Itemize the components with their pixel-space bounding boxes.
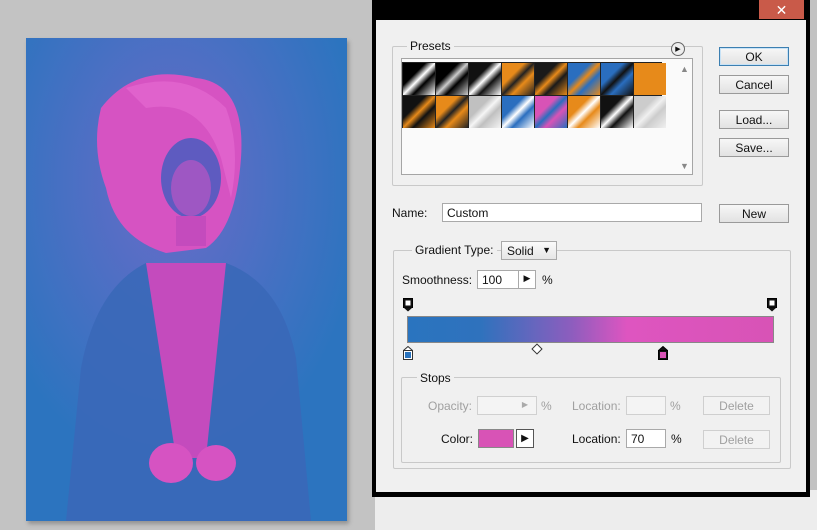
preset-swatch[interactable] [436,96,468,128]
triangle-right-icon: ▶ [521,400,528,409]
preset-swatch[interactable] [601,96,633,128]
preset-swatch[interactable] [502,96,534,128]
stop-color-swatch[interactable] [478,429,514,448]
close-button[interactable]: ✕ [759,0,804,19]
smoothness-unit: % [542,273,553,287]
flyout-menu-icon[interactable]: ▶ [671,42,685,56]
ok-button[interactable]: OK [719,47,789,66]
preset-swatch[interactable] [403,96,435,128]
color-location-unit: % [671,432,682,446]
smoothness-stepper[interactable]: ▶ [518,270,536,289]
color-location-label: Location: [572,432,621,446]
name-label: Name: [392,206,428,220]
preset-swatch[interactable] [634,63,666,95]
gradient-preview-bar[interactable] [407,316,774,343]
photo-image [26,38,347,521]
preset-swatch[interactable] [535,63,567,95]
preset-swatch[interactable] [436,63,468,95]
preset-swatch[interactable] [469,63,501,95]
opacity-location-label: Location: [572,399,621,413]
close-icon: ✕ [775,1,788,18]
preset-swatch[interactable] [601,63,633,95]
opacity-input: ▶ [477,396,537,415]
preset-swatch[interactable] [634,96,666,128]
opacity-label: Opacity: [428,399,473,413]
triangle-right-icon: ▶ [523,273,531,283]
new-button[interactable]: New [719,204,789,223]
photo-illustration [26,38,347,521]
color-stop-right[interactable] [657,345,669,360]
preset-swatch[interactable] [568,96,600,128]
color-location-input[interactable]: 70 [626,429,666,448]
color-stop-left[interactable] [402,345,414,360]
gradient-type-label: Gradient Type: [412,243,497,257]
color-label: Color: [441,432,474,446]
color-menu-button[interactable]: ▶ [516,429,534,448]
opacity-location-unit: % [670,399,681,413]
presets-grid [402,62,666,128]
name-input[interactable]: Custom [442,203,702,222]
chevron-down-icon: ▼ [542,245,551,255]
preset-swatch[interactable] [403,63,435,95]
stops-legend: Stops [417,371,454,385]
smoothness-input[interactable]: 100 [477,270,519,289]
preset-swatch[interactable] [535,96,567,128]
stops-group [401,377,781,463]
preset-swatch[interactable] [469,96,501,128]
color-delete-button: Delete [703,430,770,449]
opacity-delete-button: Delete [703,396,770,415]
scroll-up-icon[interactable]: ▲ [680,64,689,74]
opacity-stop-right[interactable] [767,298,777,312]
save-button[interactable]: Save... [719,138,789,157]
cancel-button[interactable]: Cancel [719,75,789,94]
presets-legend: Presets [407,39,454,53]
preset-swatch[interactable] [502,63,534,95]
gradient-type-value: Solid [507,243,534,258]
preset-swatch[interactable] [568,63,600,95]
opacity-unit: % [541,399,552,413]
smoothness-label: Smoothness: [402,273,473,287]
load-button[interactable]: Load... [719,110,789,129]
opacity-stop-left[interactable] [403,298,413,312]
triangle-right-icon: ▶ [521,433,529,444]
gradient-type-select[interactable]: Solid ▼ [501,241,557,260]
opacity-location-input [626,396,666,415]
scroll-down-icon[interactable]: ▼ [680,161,689,171]
